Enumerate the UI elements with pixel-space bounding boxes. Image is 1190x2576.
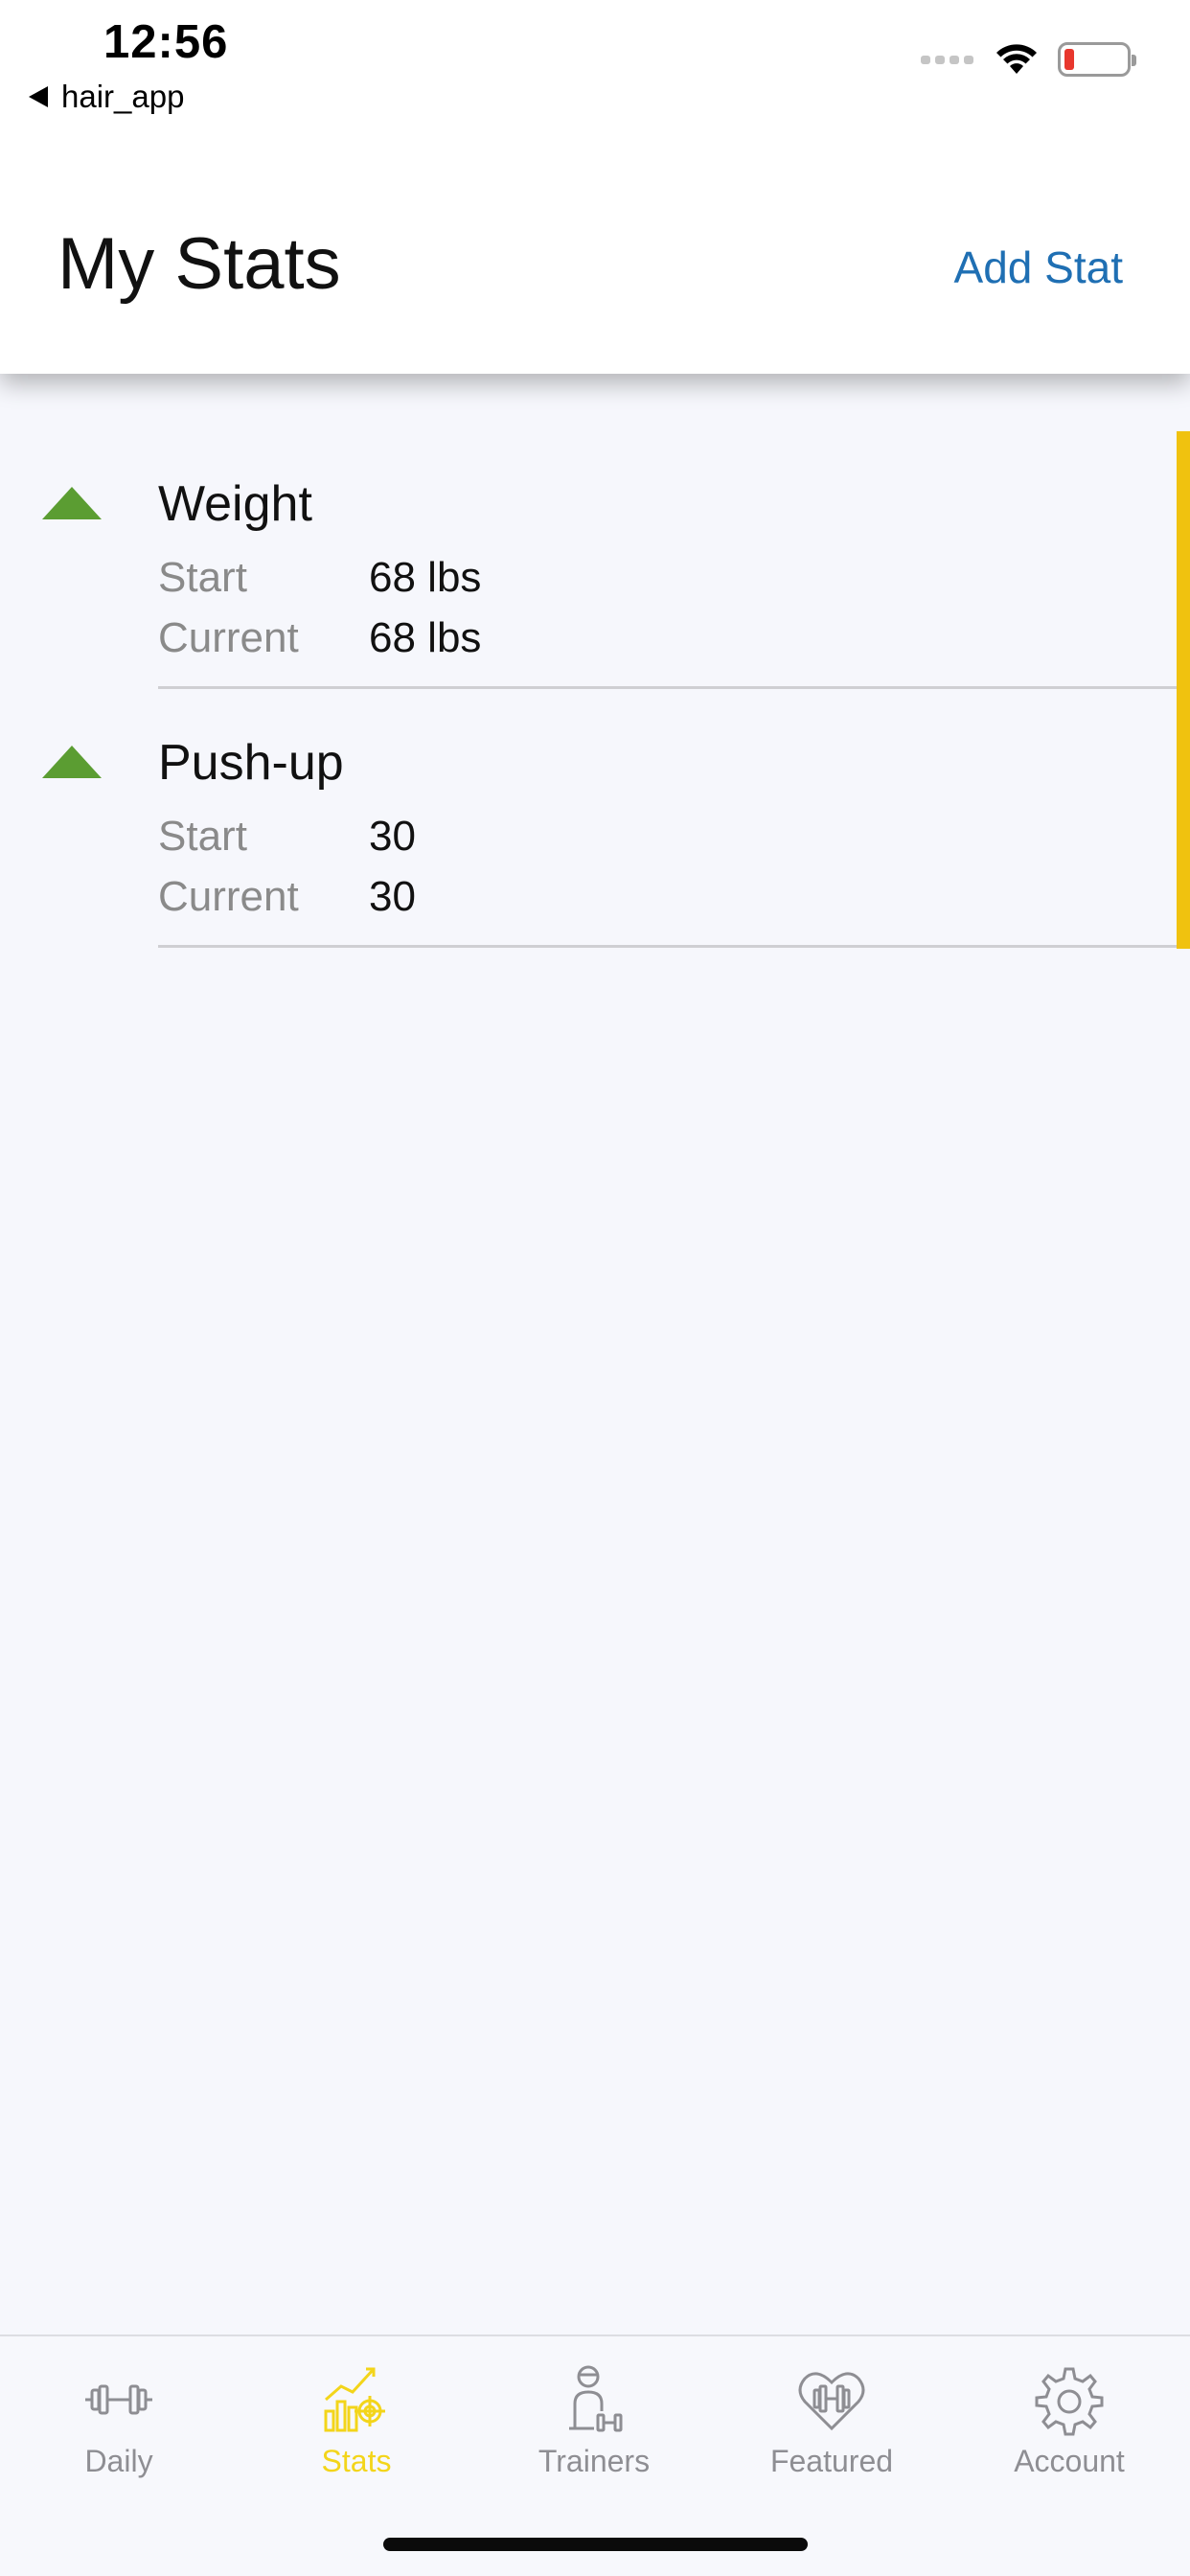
- stat-start-row: Start 68 lbs: [158, 554, 481, 602]
- start-label: Start: [158, 813, 247, 860]
- gear-icon: [1035, 2367, 1104, 2436]
- start-label: Start: [158, 554, 247, 601]
- battery-icon: [1058, 42, 1136, 77]
- tab-account[interactable]: Account: [950, 2336, 1188, 2528]
- dumbbell-icon: [85, 2384, 152, 2415]
- start-value: 68 lbs: [369, 554, 482, 601]
- stat-name: Push-up: [158, 735, 344, 791]
- page-title: My Stats: [57, 223, 341, 305]
- tab-daily[interactable]: Daily: [0, 2336, 238, 2528]
- scroll-indicator[interactable]: [1177, 431, 1190, 949]
- current-label: Current: [158, 614, 299, 661]
- tab-label: Featured: [769, 2444, 894, 2478]
- wifi-icon: [996, 44, 1037, 74]
- stats-chart-icon: [324, 2367, 385, 2432]
- home-indicator[interactable]: [383, 2538, 808, 2551]
- stat-list: Weight Start 68 lbs Current 68 lbs Push-…: [0, 431, 1190, 949]
- back-to-app-link[interactable]: hair_app: [29, 79, 184, 115]
- trend-up-icon: [42, 487, 102, 519]
- current-value: 30: [369, 873, 416, 920]
- cellular-signal-icon: [921, 55, 973, 64]
- start-value: 30: [369, 813, 416, 860]
- back-app-label: hair_app: [61, 79, 185, 114]
- tab-label: Trainers: [538, 2444, 651, 2478]
- divider: [158, 945, 1190, 948]
- current-label: Current: [158, 873, 299, 920]
- stat-name: Weight: [158, 476, 312, 532]
- current-value: 68 lbs: [369, 614, 482, 661]
- divider: [158, 686, 1190, 689]
- tab-label: Stats: [321, 2444, 392, 2478]
- stat-item-push-up[interactable]: Push-up Start 30 Current 30: [0, 690, 1190, 949]
- status-icons: [921, 42, 1136, 77]
- stat-current-row: Current 68 lbs: [158, 614, 481, 662]
- stat-start-row: Start 30: [158, 813, 416, 861]
- stat-item-weight[interactable]: Weight Start 68 lbs Current 68 lbs: [0, 431, 1190, 690]
- tab-trainers[interactable]: Trainers: [475, 2336, 713, 2528]
- tab-stats[interactable]: Stats: [238, 2336, 475, 2528]
- tab-label: Account: [1014, 2444, 1125, 2478]
- status-time: 12:56: [103, 16, 229, 68]
- back-arrow-icon: [29, 86, 48, 107]
- trainer-icon: [569, 2365, 623, 2432]
- stat-current-row: Current 30: [158, 873, 416, 921]
- app-screen: 12:56 hair_app My Stats Add Stat Weight …: [0, 0, 1190, 2576]
- heart-dumbbell-icon: [798, 2372, 865, 2431]
- tab-label: Daily: [84, 2444, 153, 2478]
- header-area: 12:56 hair_app My Stats Add Stat: [0, 0, 1190, 374]
- tab-featured[interactable]: Featured: [713, 2336, 950, 2528]
- trend-up-icon: [42, 746, 102, 778]
- add-stat-button[interactable]: Add Stat: [954, 242, 1123, 293]
